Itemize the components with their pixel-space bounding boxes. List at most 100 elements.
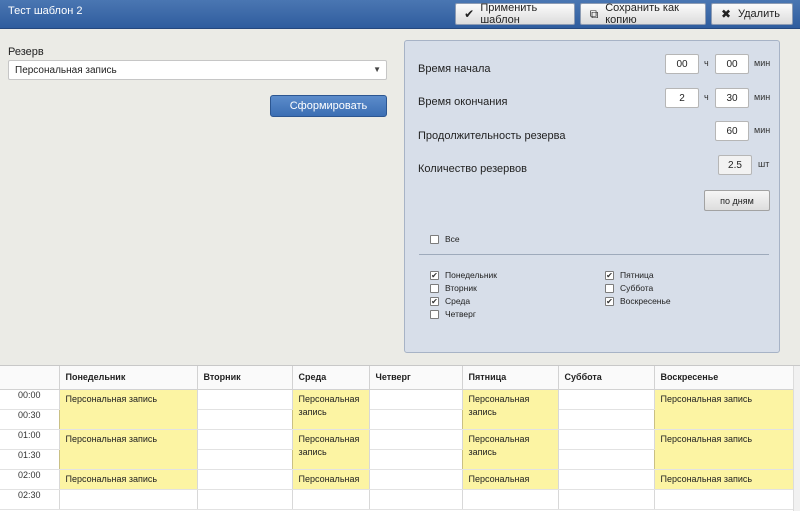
start-hours-unit: ч bbox=[704, 58, 709, 68]
column-header-wednesday: Среда bbox=[292, 366, 370, 390]
tuesday-checkbox-box[interactable] bbox=[430, 283, 439, 293]
start-minutes-unit: мин bbox=[754, 58, 771, 68]
empty-cell[interactable] bbox=[558, 389, 655, 410]
count-label: Количество резервов bbox=[418, 163, 527, 175]
friday-checkbox-box[interactable]: ✔ bbox=[605, 270, 614, 280]
empty-cell[interactable] bbox=[369, 429, 463, 450]
column-header-thursday: Четверг bbox=[369, 366, 463, 390]
delete-button[interactable]: ✖ Удалить bbox=[711, 3, 793, 25]
time-column-header bbox=[0, 366, 60, 390]
save-copy-label: Сохранить как копию bbox=[605, 2, 679, 26]
duration-input[interactable]: 60 bbox=[715, 121, 749, 141]
empty-cell[interactable] bbox=[369, 469, 463, 490]
schedule-grid: Понедельник Вторник Среда Четверг Пятниц… bbox=[0, 365, 800, 511]
day-label: Среда bbox=[445, 296, 471, 306]
event-block-monday[interactable]: Персональная запись bbox=[58, 428, 198, 470]
empty-cell[interactable] bbox=[197, 489, 293, 510]
empty-cell[interactable] bbox=[59, 489, 198, 510]
table-row: 02:30 bbox=[0, 489, 794, 510]
checkmark-icon: ✔ bbox=[464, 7, 475, 21]
day-label: Понедельник bbox=[445, 270, 498, 280]
empty-cell[interactable] bbox=[654, 489, 794, 510]
empty-cell[interactable] bbox=[558, 449, 655, 470]
time-cell: 00:00 bbox=[0, 389, 60, 410]
empty-cell[interactable] bbox=[558, 429, 655, 450]
save-copy-button[interactable]: ⧉ Сохранить как копию bbox=[580, 2, 706, 26]
event-block-friday[interactable]: Персональная запись bbox=[461, 428, 559, 470]
day-checkbox-thursday[interactable]: Четверг bbox=[430, 309, 476, 319]
thursday-checkbox-box[interactable] bbox=[430, 309, 439, 319]
close-icon: ✖ bbox=[720, 7, 732, 21]
empty-cell[interactable] bbox=[197, 409, 293, 430]
empty-cell[interactable] bbox=[197, 429, 293, 450]
duration-label: Продолжительность резерва bbox=[418, 130, 566, 142]
end-hours-input[interactable]: 2 bbox=[665, 88, 699, 108]
count-field: 2.5 bbox=[718, 155, 752, 175]
day-checkbox-wednesday[interactable]: ✔ Среда bbox=[430, 296, 470, 306]
apply-template-label: Применить шаблон bbox=[480, 2, 538, 26]
column-header-tuesday: Вторник bbox=[197, 366, 293, 390]
day-checkbox-sunday[interactable]: ✔ Воскресенье bbox=[605, 296, 671, 306]
table-row: 02:00 Персональная запись Персональная П… bbox=[0, 468, 794, 490]
empty-cell[interactable] bbox=[369, 389, 463, 410]
event-block-wednesday[interactable]: Персональная запись bbox=[291, 388, 370, 430]
end-minutes-input[interactable]: 30 bbox=[715, 88, 749, 108]
event-block-sunday[interactable]: Персональная запись bbox=[653, 428, 794, 470]
day-checkbox-tuesday[interactable]: Вторник bbox=[430, 283, 477, 293]
empty-cell[interactable] bbox=[197, 449, 293, 470]
day-checkbox-friday[interactable]: ✔ Пятница bbox=[605, 270, 654, 280]
start-time-label: Время начала bbox=[418, 63, 491, 75]
table-row: 00:00 Персональная запись Персональная з… bbox=[0, 388, 794, 430]
empty-cell[interactable] bbox=[197, 389, 293, 410]
empty-cell[interactable] bbox=[369, 449, 463, 470]
delete-label: Удалить bbox=[738, 8, 780, 20]
table-row: 01:00 Персональная запись Персональная з… bbox=[0, 428, 794, 470]
empty-cell[interactable] bbox=[197, 469, 293, 490]
empty-cell[interactable] bbox=[292, 489, 370, 510]
generate-button[interactable]: Сформировать bbox=[270, 95, 387, 117]
event-block-friday[interactable]: Персональная запись bbox=[461, 388, 559, 430]
count-unit: шт bbox=[758, 159, 770, 169]
header-row: Понедельник Вторник Среда Четверг Пятниц… bbox=[0, 366, 794, 390]
start-minutes-input[interactable]: 00 bbox=[715, 54, 749, 74]
time-cell: 01:30 bbox=[0, 449, 60, 470]
day-label: Суббота bbox=[620, 283, 654, 293]
start-hours-input[interactable]: 00 bbox=[665, 54, 699, 74]
empty-cell[interactable] bbox=[558, 469, 655, 490]
reserve-select-value: Персональная запись bbox=[15, 65, 117, 76]
empty-cell[interactable] bbox=[558, 409, 655, 430]
vertical-scrollbar[interactable] bbox=[793, 366, 800, 511]
all-checkbox-box[interactable] bbox=[430, 234, 439, 244]
wednesday-checkbox-box[interactable]: ✔ bbox=[430, 296, 439, 306]
divider bbox=[419, 254, 769, 255]
empty-cell[interactable] bbox=[369, 489, 463, 510]
event-block-friday[interactable]: Персональная bbox=[461, 468, 559, 490]
copy-icon: ⧉ bbox=[589, 6, 599, 21]
reserve-select[interactable]: Персональная запись ▼ bbox=[8, 60, 387, 80]
column-header-friday: Пятница bbox=[462, 366, 559, 390]
saturday-checkbox-box[interactable] bbox=[605, 283, 614, 293]
day-label: Пятница bbox=[620, 270, 654, 280]
sunday-checkbox-box[interactable]: ✔ bbox=[605, 296, 614, 306]
empty-cell[interactable] bbox=[558, 489, 655, 510]
chevron-down-icon: ▼ bbox=[373, 65, 381, 74]
apply-template-button[interactable]: ✔ Применить шаблон bbox=[455, 2, 575, 26]
all-checkbox[interactable]: Все bbox=[430, 234, 460, 244]
day-checkbox-saturday[interactable]: Суббота bbox=[605, 283, 653, 293]
event-block-wednesday[interactable]: Персональная bbox=[291, 468, 370, 490]
event-block-monday[interactable]: Персональная запись bbox=[58, 388, 198, 430]
day-checkbox-monday[interactable]: ✔ Понедельник bbox=[430, 270, 497, 280]
monday-checkbox-box[interactable]: ✔ bbox=[430, 270, 439, 280]
title-bar: Тест шаблон 2 ✔ Применить шаблон ⧉ Сохра… bbox=[0, 0, 800, 29]
empty-cell[interactable] bbox=[369, 409, 463, 430]
day-label: Воскресенье bbox=[620, 296, 671, 306]
empty-cell[interactable] bbox=[462, 489, 559, 510]
time-cell: 00:30 bbox=[0, 409, 60, 430]
event-block-sunday[interactable]: Персональная запись bbox=[653, 468, 794, 490]
all-checkbox-label: Все bbox=[445, 234, 460, 244]
event-block-wednesday[interactable]: Персональная запись bbox=[291, 428, 370, 470]
event-block-monday[interactable]: Персональная запись bbox=[58, 468, 198, 490]
event-block-sunday[interactable]: Персональная запись bbox=[653, 388, 794, 430]
by-days-button[interactable]: по дням bbox=[704, 190, 770, 211]
end-minutes-unit: мин bbox=[754, 92, 771, 102]
